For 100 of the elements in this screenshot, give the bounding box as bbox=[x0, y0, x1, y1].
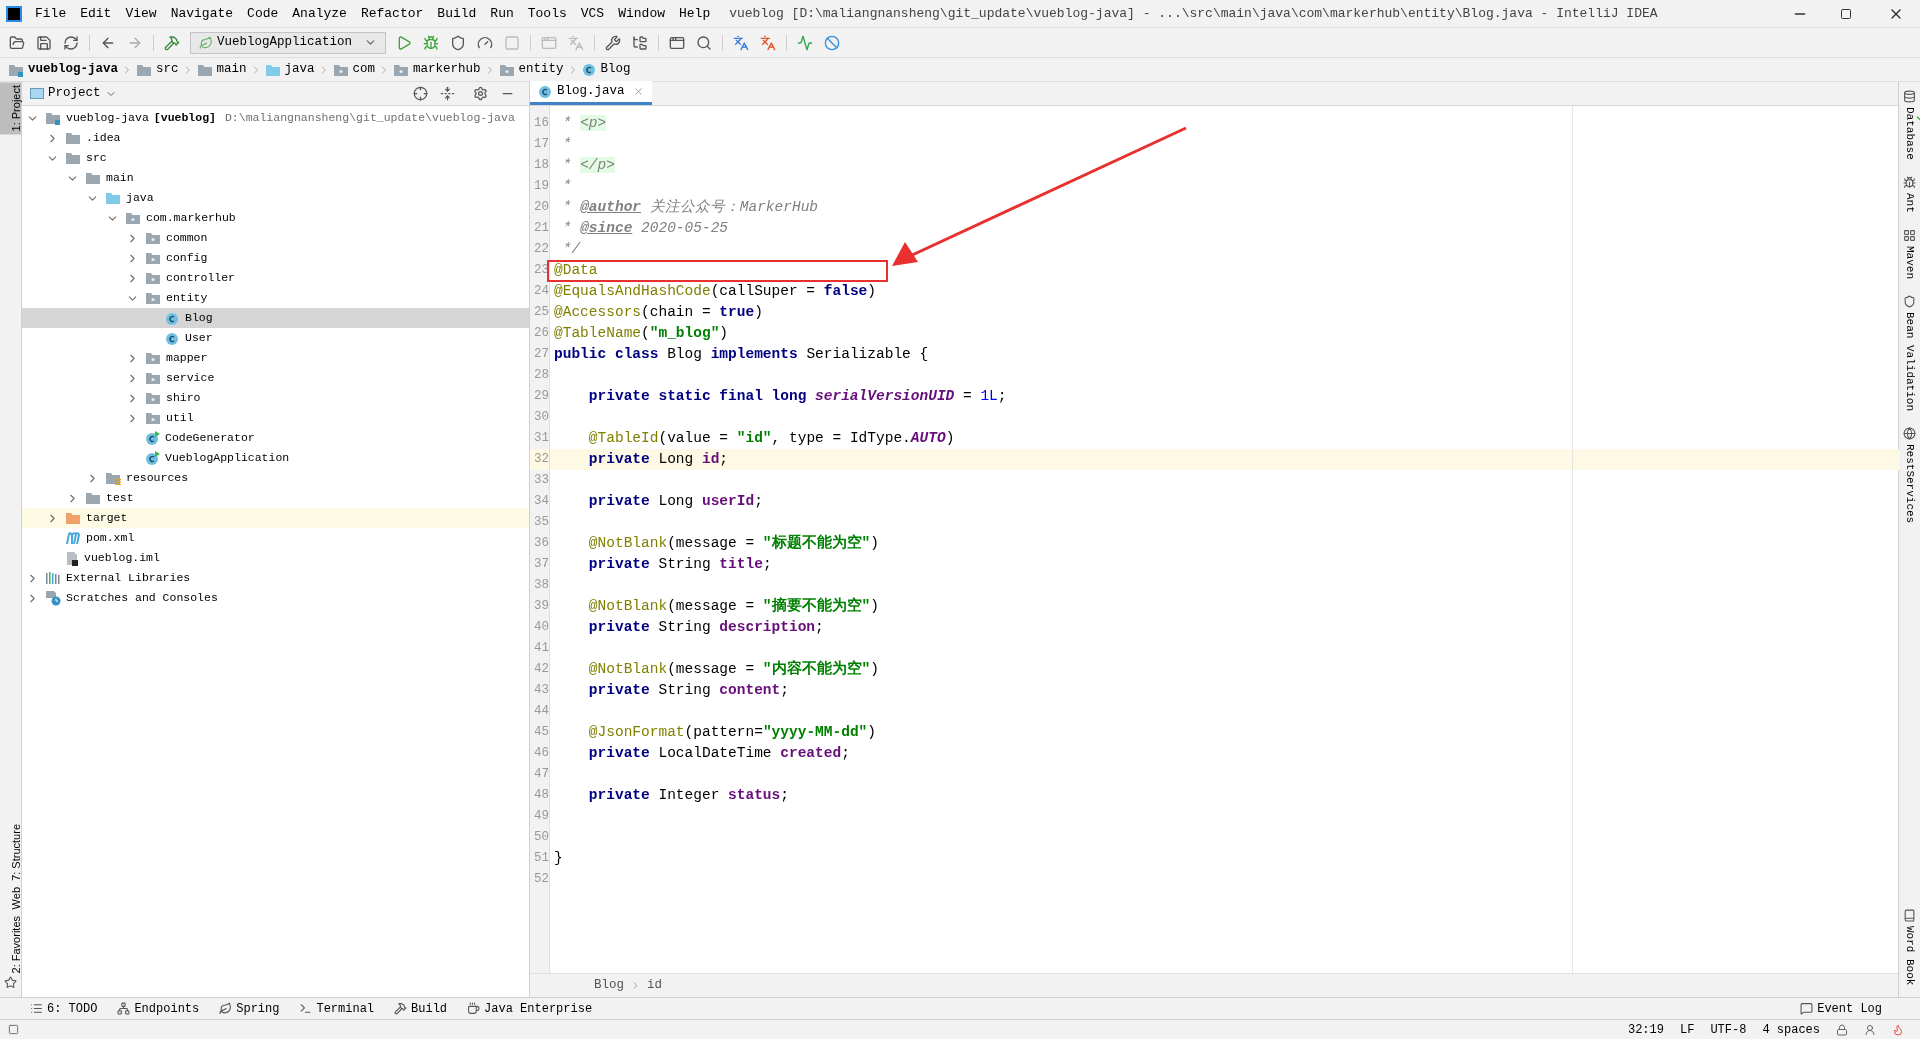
project-view-dropdown[interactable]: Project bbox=[30, 84, 117, 103]
tree-item[interactable]: config bbox=[22, 248, 529, 268]
tree-item[interactable]: mapper bbox=[22, 348, 529, 368]
tool-window-button[interactable]: 6: TODO bbox=[30, 999, 98, 1018]
breadcrumb-item[interactable]: src bbox=[136, 60, 179, 79]
line-number: 51 bbox=[533, 850, 549, 867]
tool-window-button[interactable]: Terminal bbox=[299, 999, 375, 1018]
tree-item[interactable]: External Libraries bbox=[22, 568, 529, 588]
caret-position[interactable]: 32:19 bbox=[1627, 1020, 1664, 1039]
close-tab-icon[interactable] bbox=[632, 86, 644, 97]
tool-window-tab[interactable]: 1: Project bbox=[0, 82, 21, 135]
scratches-icon bbox=[45, 590, 61, 606]
line-number: 25 bbox=[533, 304, 549, 321]
tree-item[interactable]: .idea bbox=[22, 128, 529, 148]
package-folder-icon bbox=[145, 231, 161, 245]
hammer-icon bbox=[394, 1002, 408, 1015]
menu-item[interactable]: View bbox=[118, 3, 164, 24]
menu-item[interactable]: Help bbox=[672, 3, 718, 24]
tree-item[interactable]: VueblogApplication bbox=[22, 448, 529, 468]
network-icon bbox=[117, 1002, 131, 1015]
code-line: @NotBlank(message = "内容不能为空") bbox=[587, 661, 879, 677]
tree-item[interactable]: pom.xml bbox=[22, 528, 529, 548]
event-log-button[interactable]: Event Log bbox=[1800, 999, 1882, 1018]
lock-icon[interactable] bbox=[1836, 1023, 1848, 1036]
tree-item[interactable]: src bbox=[22, 148, 529, 168]
tree-item[interactable]: entity bbox=[22, 288, 529, 308]
breadcrumb-item[interactable]: id bbox=[647, 976, 663, 995]
line-separator[interactable]: LF bbox=[1679, 1020, 1695, 1039]
line-number: 47 bbox=[533, 766, 549, 783]
menu-item[interactable]: Code bbox=[240, 3, 286, 24]
collapse-all-icon[interactable] bbox=[440, 86, 455, 101]
tree-item[interactable]: java bbox=[22, 188, 529, 208]
tree-item[interactable]: vueblog-java [vueblog] D:\maliangnansheng\git_update\vueblog-java bbox=[22, 108, 529, 128]
tree-item[interactable]: controller bbox=[22, 268, 529, 288]
libraries-icon bbox=[45, 571, 61, 585]
menu-item[interactable]: File bbox=[28, 3, 74, 24]
tree-item[interactable]: CodeGenerator bbox=[22, 428, 529, 448]
menu-item[interactable]: Build bbox=[430, 3, 484, 24]
restore-icon[interactable] bbox=[1840, 7, 1852, 20]
tree-item[interactable]: User bbox=[22, 328, 529, 348]
menu-item[interactable]: Navigate bbox=[163, 3, 241, 24]
menu-item[interactable]: Tools bbox=[520, 3, 574, 24]
tool-window-tab[interactable]: Database bbox=[1901, 86, 1918, 164]
settings-icon[interactable] bbox=[473, 86, 488, 101]
code-line: private String content; bbox=[587, 682, 789, 698]
code-line: @NotBlank(message = "标题不能为空") bbox=[587, 535, 879, 551]
tree-item[interactable]: main bbox=[22, 168, 529, 188]
line-number: 49 bbox=[533, 808, 549, 825]
breadcrumb-item[interactable]: com bbox=[332, 60, 376, 79]
breadcrumb-item[interactable]: Blog bbox=[594, 976, 624, 995]
tree-item[interactable]: service bbox=[22, 368, 529, 388]
tool-window-tab[interactable]: Word Book bbox=[1901, 904, 1918, 989]
shield-icon bbox=[1903, 294, 1916, 308]
menu-item[interactable]: VCS bbox=[573, 3, 612, 24]
code-line: private String title; bbox=[587, 556, 772, 572]
breadcrumb-item[interactable]: vueblog-java bbox=[8, 60, 118, 79]
tool-window-tab[interactable]: RestServices bbox=[1901, 422, 1918, 527]
tree-item[interactable]: common bbox=[22, 228, 529, 248]
tree-item[interactable]: com.markerhub bbox=[22, 208, 529, 228]
editor-tab[interactable]: Blog.java bbox=[530, 81, 652, 105]
run-config-dropdown[interactable]: VueblogApplication bbox=[190, 31, 387, 54]
menu-item[interactable]: Refactor bbox=[353, 3, 431, 24]
breadcrumb-item[interactable]: Blog bbox=[581, 60, 631, 79]
menu-item[interactable]: Edit bbox=[73, 3, 119, 24]
tool-window-button[interactable]: Endpoints bbox=[117, 999, 200, 1018]
tool-window-tab[interactable]: 7: Structure bbox=[0, 821, 21, 885]
menu-item[interactable]: Analyze bbox=[285, 3, 354, 24]
flame-icon[interactable] bbox=[1892, 1023, 1904, 1036]
tool-window-button[interactable]: Spring bbox=[219, 999, 280, 1018]
tool-window-button[interactable]: Java Enterprise bbox=[467, 999, 593, 1018]
breadcrumb-item[interactable]: entity bbox=[498, 60, 564, 79]
breadcrumb-item[interactable]: java bbox=[264, 60, 315, 79]
person-icon[interactable] bbox=[1864, 1023, 1876, 1036]
breadcrumb-item[interactable]: markerhub bbox=[393, 60, 481, 79]
tool-window-tab[interactable]: Web bbox=[0, 884, 21, 913]
locate-icon[interactable] bbox=[413, 86, 428, 101]
grid-icon bbox=[1903, 228, 1916, 242]
line-number: 31 bbox=[533, 430, 549, 447]
tool-window-tab[interactable]: 2: Favorites bbox=[0, 912, 21, 976]
tool-window-tab[interactable]: Maven bbox=[1901, 224, 1918, 283]
tool-window-tab[interactable]: Ant bbox=[1901, 171, 1918, 217]
tool-window-button[interactable]: Build bbox=[394, 999, 448, 1018]
tree-item[interactable]: test bbox=[22, 488, 529, 508]
menu-item[interactable]: Run bbox=[483, 3, 521, 24]
line-number: 39 bbox=[533, 598, 549, 615]
breadcrumb-item[interactable]: main bbox=[196, 60, 247, 79]
menu-item[interactable]: Window bbox=[611, 3, 672, 24]
tree-item[interactable]: Blog bbox=[22, 308, 529, 328]
panel-toggle-icon[interactable] bbox=[8, 1024, 19, 1035]
tree-item[interactable]: util bbox=[22, 408, 529, 428]
tree-item[interactable]: shiro bbox=[22, 388, 529, 408]
indent-setting[interactable]: 4 spaces bbox=[1762, 1020, 1820, 1039]
tree-item[interactable]: target bbox=[22, 508, 529, 528]
tree-item[interactable]: Scratches and Consoles bbox=[22, 588, 529, 608]
tree-item[interactable]: resources bbox=[22, 468, 529, 488]
tool-window-tab[interactable]: Bean Validation bbox=[1901, 290, 1918, 415]
tree-item[interactable]: vueblog.iml bbox=[22, 548, 529, 568]
code-line: private Long id; bbox=[587, 451, 729, 467]
line-number: 41 bbox=[533, 640, 549, 657]
file-encoding[interactable]: UTF-8 bbox=[1710, 1020, 1747, 1039]
